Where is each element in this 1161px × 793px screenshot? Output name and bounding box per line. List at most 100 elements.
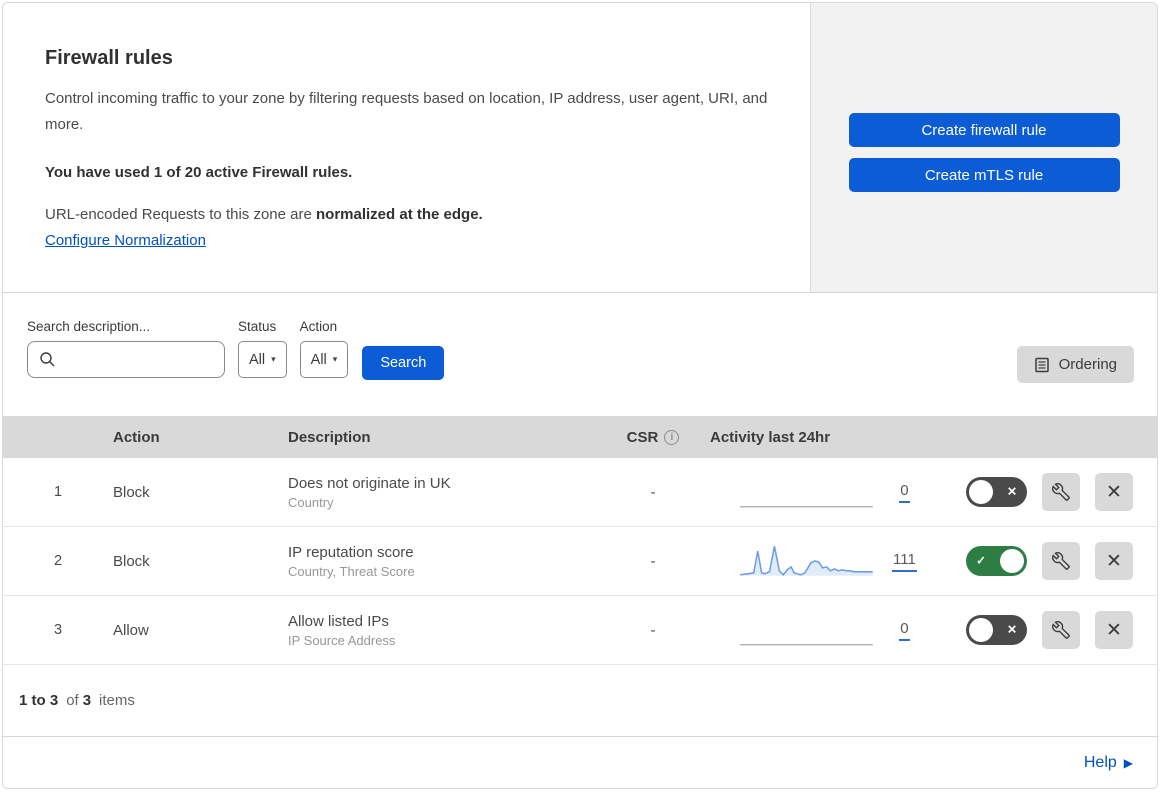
status-filter-group: Status All ▾ [238,319,287,378]
status-value: All [249,351,266,368]
toggle-knob [969,480,993,504]
description-column-header: Description [288,428,371,446]
create-firewall-rule-button[interactable]: Create firewall rule [848,113,1120,147]
rule-description: IP reputation score [288,543,414,561]
help-link[interactable]: Help ▶ [1084,754,1133,772]
action-label: Action [299,319,338,334]
rule-priority: 1 [53,484,63,500]
activity-column-header: Activity last 24hr [710,428,831,446]
activity-count-link[interactable]: 0 [881,482,928,503]
table-row: 2 Block IP reputation score Country, Thr… [3,527,1157,596]
csr-column-header: CSR i [627,429,680,446]
create-mtls-rule-button[interactable]: Create mTLS rule [848,158,1120,192]
table-row: 3 Allow Allow listed IPs IP Source Addre… [3,596,1157,665]
wrench-icon [1052,621,1070,639]
search-button[interactable]: Search [362,346,445,380]
filter-bar: Search description... Status All ▾ Actio… [3,293,1157,416]
search-input[interactable] [27,341,225,378]
action-filter-group: Action All ▾ [299,319,349,378]
normalization-prefix: URL-encoded Requests to this zone are [45,206,316,223]
activity-cell: 0 [698,612,928,648]
rule-action: Allow [113,621,149,639]
table-row: 1 Block Does not originate in UK Country… [3,458,1157,527]
rule-controls: ✕ ✕ [928,473,1157,511]
rule-controls: ✕ ✕ [928,611,1157,649]
action-value: All [310,351,327,368]
status-label: Status [238,319,277,334]
actions-panel: Create firewall rule Create mTLS rule [810,3,1157,292]
rule-csr: - [650,621,656,639]
activity-sparkline [740,546,873,576]
toggle-knob [1000,549,1024,573]
info-icon[interactable]: i [664,429,680,445]
wrench-icon [1052,483,1070,501]
configure-normalization-link[interactable]: Configure Normalization [45,232,206,249]
normalization-text: URL-encoded Requests to this zone are no… [45,206,780,223]
rule-priority: 2 [53,553,63,569]
search-group: Search description... [27,319,225,378]
chevron-down-icon: ▾ [271,354,276,364]
toggle-knob [969,618,993,642]
close-icon: ✕ [1106,550,1122,572]
activity-count-link[interactable]: 0 [881,620,928,641]
ordering-button[interactable]: Ordering [1016,346,1134,383]
search-label: Search description... [27,319,151,334]
pagination-summary: 1 to 3 of 3 items [3,665,1157,737]
rule-fields: Country [288,494,334,510]
activity-count-link[interactable]: 111 [881,551,928,572]
delete-rule-button[interactable]: ✕ [1095,542,1133,580]
rule-enabled-toggle[interactable]: ✓ [966,546,1027,576]
delete-rule-button[interactable]: ✕ [1095,473,1133,511]
normalization-bold: normalized at the edge. [316,206,483,223]
rule-description-cell: Allow listed IPs IP Source Address [288,613,608,648]
rule-enabled-toggle[interactable]: ✕ [966,615,1027,645]
page-description: Control incoming traffic to your zone by… [45,90,768,133]
rule-description-cell: IP reputation score Country, Threat Scor… [288,544,608,579]
toggle-state-icon: ✕ [1006,622,1017,637]
close-icon: ✕ [1106,619,1122,641]
wrench-icon [1052,552,1070,570]
search-icon [40,352,55,367]
rule-action: Block [113,552,150,570]
delete-rule-button[interactable]: ✕ [1095,611,1133,649]
rule-csr: - [650,552,656,570]
activity-sparkline [740,506,873,508]
firewall-rules-card: Firewall rules Control incoming traffic … [2,2,1158,789]
activity-cell: 0 [698,474,928,510]
rule-description-cell: Does not originate in UK Country [288,475,608,510]
edit-rule-button[interactable] [1042,473,1080,511]
ordering-button-label: Ordering [1058,356,1117,373]
help-bar: Help ▶ [3,737,1157,788]
toggle-state-icon: ✓ [976,553,987,568]
action-dropdown[interactable]: All ▾ [299,341,349,378]
csr-header-label: CSR [626,428,659,446]
edit-rule-button[interactable] [1042,611,1080,649]
ordered-list-icon [1034,357,1049,372]
items-of-text: of [66,692,79,709]
close-icon: ✕ [1106,481,1122,503]
activity-cell: 111 [698,543,928,579]
toggle-state-icon: ✕ [1006,484,1017,499]
page-title: Firewall rules [45,47,173,69]
rule-action: Block [113,483,150,501]
action-column-header: Action [113,428,160,446]
table-header: Action Description CSR i Activity last 2… [3,416,1157,458]
items-range: 1 to 3 [19,692,59,709]
arrow-right-icon: ▶ [1123,755,1133,770]
usage-summary: You have used 1 of 20 active Firewall ru… [45,164,353,181]
top-section: Firewall rules Control incoming traffic … [3,3,1157,293]
items-label: items [99,692,135,709]
rule-fields: IP Source Address [288,632,396,648]
rule-csr: - [650,483,656,501]
help-label: Help [1083,753,1117,771]
edit-rule-button[interactable] [1042,542,1080,580]
rule-description: Does not originate in UK [288,474,451,492]
chevron-down-icon: ▾ [332,354,338,364]
rule-fields: Country, Threat Score [288,563,415,579]
rule-description: Allow listed IPs [288,612,389,630]
rule-controls: ✓ ✕ [928,542,1157,580]
items-total: 3 [82,692,92,709]
status-dropdown[interactable]: All ▾ [238,341,287,378]
rule-enabled-toggle[interactable]: ✕ [966,477,1027,507]
intro-panel: Firewall rules Control incoming traffic … [3,3,810,292]
